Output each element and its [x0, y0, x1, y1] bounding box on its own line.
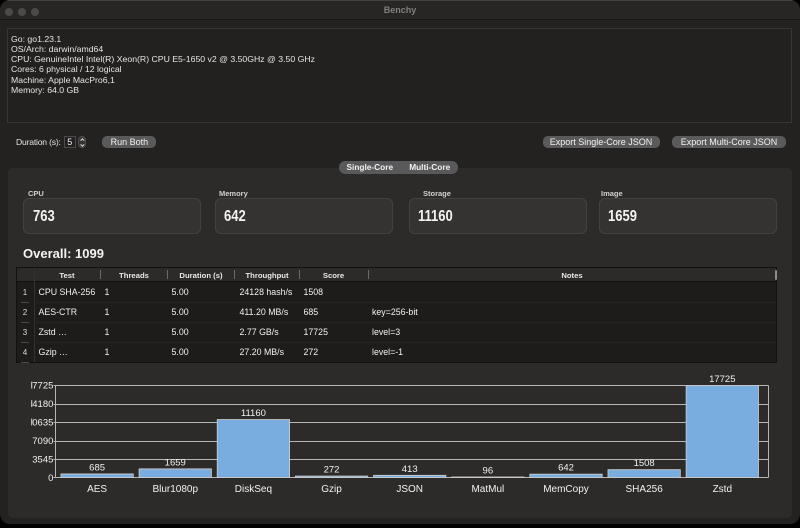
- svg-text:MatMul: MatMul: [471, 484, 504, 495]
- svg-text:7090: 7090: [32, 436, 53, 447]
- svg-text:11160: 11160: [241, 408, 266, 419]
- svg-text:642: 642: [558, 463, 574, 474]
- svg-text:DiskSeq: DiskSeq: [235, 484, 272, 495]
- svg-text:MemCopy: MemCopy: [543, 484, 589, 495]
- svg-text:Gzip: Gzip: [321, 484, 342, 495]
- svg-text:3545: 3545: [32, 454, 53, 465]
- svg-text:17725: 17725: [27, 381, 53, 392]
- svg-text:1659: 1659: [165, 457, 186, 468]
- svg-text:272: 272: [324, 465, 340, 476]
- svg-text:AES: AES: [87, 484, 107, 495]
- svg-text:Zstd: Zstd: [713, 484, 732, 495]
- svg-text:Blur1080p: Blur1080p: [152, 484, 198, 495]
- svg-text:SHA256: SHA256: [626, 484, 664, 495]
- svg-text:1508: 1508: [634, 458, 655, 469]
- svg-text:JSON: JSON: [396, 484, 423, 495]
- svg-text:17725: 17725: [709, 374, 735, 385]
- svg-text:0: 0: [48, 473, 53, 484]
- svg-text:413: 413: [402, 464, 418, 475]
- svg-text:14180: 14180: [27, 399, 53, 410]
- svg-text:10635: 10635: [27, 417, 53, 428]
- svg-text:685: 685: [89, 462, 105, 473]
- svg-text:96: 96: [483, 466, 494, 477]
